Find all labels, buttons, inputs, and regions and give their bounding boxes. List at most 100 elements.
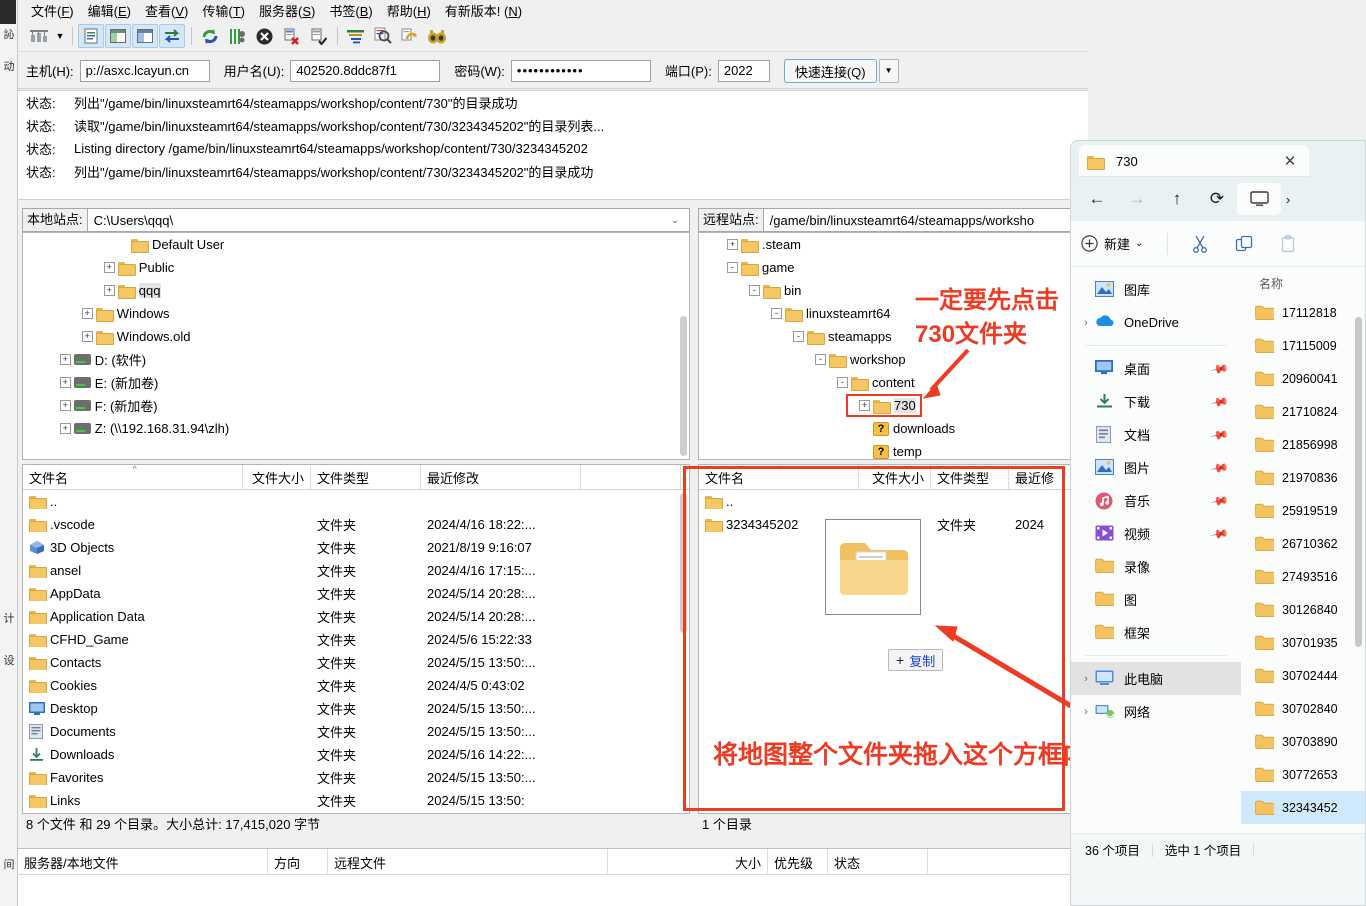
tree-expander-icon[interactable]: - [749, 285, 760, 296]
explorer-file-row[interactable]: 25919519 [1241, 494, 1365, 527]
reconnect-icon[interactable] [305, 24, 331, 48]
tree-expander-icon[interactable]: + [59, 377, 71, 388]
explorer-file-row[interactable]: 30701935 [1241, 626, 1365, 659]
nav-item-图片[interactable]: 图片 📌 [1071, 451, 1241, 484]
menu-item-1[interactable]: 文件(F) [24, 0, 81, 22]
tree-node[interactable]: + Windows.old [23, 325, 689, 348]
table-row[interactable]: AppData 文件夹 2024/5/14 20:28:... [23, 582, 689, 605]
tree-expander-icon[interactable]: - [837, 377, 848, 388]
explorer-navigation-pane[interactable]: 图库 › OneDrive 桌面 📌 下载 📌 文档 📌 图片 📌 音乐 📌 视频 📌 录像图框架 › 此电脑 › 网… [1071, 267, 1241, 833]
pin-icon[interactable]: 📌 [1209, 523, 1229, 543]
pin-icon[interactable]: 📌 [1209, 490, 1229, 510]
site-manager-dropdown-caret-icon[interactable]: ▼ [53, 24, 67, 48]
table-row[interactable]: 3D Objects 文件夹 2021/8/19 9:16:07 [23, 536, 689, 559]
refresh-icon[interactable] [197, 24, 223, 48]
column-header[interactable]: 文件类型 [311, 465, 421, 489]
explorer-file-pane[interactable]: 名称 17112818 17115009 20960041 21710824 21856… [1241, 267, 1365, 833]
process-queue-icon[interactable] [224, 24, 250, 48]
toggle-message-log-icon[interactable] [78, 24, 104, 48]
column-header[interactable] [581, 465, 681, 489]
toggle-remote-tree-icon[interactable] [132, 24, 158, 48]
chevron-right-icon[interactable]: › [1077, 706, 1095, 718]
tree-expander-icon[interactable]: + [81, 308, 93, 319]
explorer-file-row[interactable]: 20960041 [1241, 362, 1365, 395]
transfer-queue-header[interactable]: 服务器/本地文件 方向 远程文件 大小 优先级 状态 [18, 849, 1088, 875]
tree-node[interactable]: ? temp [699, 440, 1083, 459]
nav-item-图[interactable]: 图 [1071, 583, 1241, 616]
explorer-column-name[interactable]: 名称 [1241, 267, 1365, 296]
toggle-transfer-queue-icon[interactable] [159, 24, 185, 48]
queue-column-header[interactable]: 状态 [828, 849, 928, 874]
tree-expander-icon[interactable]: + [727, 239, 738, 250]
menu-item-7[interactable]: 帮助(H) [380, 0, 438, 22]
find-files-icon[interactable] [424, 24, 450, 48]
table-row[interactable]: .vscode 文件夹 2024/4/16 18:22:... [23, 513, 689, 536]
explorer-file-row[interactable]: 30702444 [1241, 659, 1365, 692]
explorer-file-row[interactable]: 17115009 [1241, 329, 1365, 362]
synchronized-browsing-icon[interactable] [397, 24, 423, 48]
explorer-file-row[interactable]: 21856998 [1241, 428, 1365, 461]
tree-node[interactable]: - game [699, 256, 1083, 279]
nav-item-框架[interactable]: 框架 [1071, 616, 1241, 649]
nav-item-桌面[interactable]: 桌面 📌 [1071, 352, 1241, 385]
chevron-right-icon[interactable]: › [1077, 317, 1095, 329]
nav-item-图库[interactable]: 图库 [1071, 273, 1241, 306]
tree-expander-icon[interactable]: + [103, 262, 115, 273]
nav-item-录像[interactable]: 录像 [1071, 550, 1241, 583]
tree-node[interactable]: ? downloads [699, 417, 1083, 440]
up-arrow-icon[interactable]: ↑ [1157, 184, 1197, 214]
tree-node[interactable]: + Z: (\\192.168.31.94\zlh) [23, 417, 689, 440]
disconnect-icon[interactable] [278, 24, 304, 48]
explorer-scrollbar[interactable] [1354, 317, 1363, 877]
table-row[interactable]: Contacts 文件夹 2024/5/15 13:50:... [23, 651, 689, 674]
close-icon[interactable]: ✕ [1279, 152, 1301, 170]
pin-icon[interactable]: 📌 [1209, 391, 1229, 411]
toggle-local-tree-icon[interactable] [105, 24, 131, 48]
directory-compare-icon[interactable] [370, 24, 396, 48]
menu-item-2[interactable]: 编辑(E) [81, 0, 138, 22]
tree-expander-icon[interactable]: + [59, 354, 71, 365]
explorer-file-row[interactable]: 27493516 [1241, 560, 1365, 593]
quickconnect-button[interactable]: 快速连接(Q) [783, 58, 877, 83]
remote-site-path[interactable]: /game/bin/linuxsteamrt64/steamapps/works… [763, 208, 1084, 232]
tree-node[interactable]: + qqq [23, 279, 689, 302]
explorer-file-row[interactable]: 32343452 [1241, 791, 1365, 824]
tree-node[interactable]: - content [699, 371, 1083, 394]
explorer-file-row[interactable]: 30702840 [1241, 692, 1365, 725]
menu-item-4[interactable]: 传输(T) [195, 0, 252, 22]
tree-node[interactable]: + .steam [699, 233, 1083, 256]
table-row[interactable]: Application Data 文件夹 2024/5/14 20:28:... [23, 605, 689, 628]
tree-expander-icon[interactable]: + [59, 400, 71, 411]
back-arrow-icon[interactable]: ← [1077, 184, 1117, 214]
site-manager-icon[interactable] [26, 24, 52, 48]
new-button[interactable]: 新建 ⌄ [1081, 234, 1143, 253]
queue-column-header[interactable]: 服务器/本地文件 [18, 849, 268, 874]
queue-column-header[interactable]: 大小 [608, 849, 768, 874]
paste-icon[interactable] [1266, 229, 1310, 259]
nav-item-OneDrive[interactable]: › OneDrive [1071, 306, 1241, 339]
password-input[interactable] [510, 59, 651, 82]
table-row[interactable]: CFHD_Game 文件夹 2024/5/6 15:22:33 [23, 628, 689, 651]
nav-item-视频[interactable]: 视频 📌 [1071, 517, 1241, 550]
explorer-file-row[interactable]: 30126840 [1241, 593, 1365, 626]
table-row[interactable]: .. [23, 490, 689, 513]
tree-node[interactable]: + Windows [23, 302, 689, 325]
refresh-icon[interactable]: ⟳ [1197, 184, 1237, 214]
nav-item-网络[interactable]: › 网络 [1071, 695, 1241, 728]
menu-item-5[interactable]: 服务器(S) [252, 0, 322, 22]
explorer-tab-730[interactable]: 730 ✕ [1079, 145, 1309, 177]
tree-expander-icon[interactable]: - [815, 354, 826, 365]
menu-item-6[interactable]: 书签(B) [322, 0, 379, 22]
table-row[interactable]: Downloads 文件夹 2024/5/16 14:22:... [23, 743, 689, 766]
column-header[interactable]: 文件名 ^ [23, 465, 243, 489]
explorer-file-row[interactable]: 17112818 [1241, 296, 1365, 329]
filter-icon[interactable] [343, 24, 369, 48]
cancel-icon[interactable] [251, 24, 277, 48]
tree-node[interactable]: + E: (新加卷) [23, 371, 689, 394]
nav-item-下载[interactable]: 下载 📌 [1071, 385, 1241, 418]
local-site-dropdown-caret-icon[interactable]: ⌄ [667, 215, 683, 226]
tree-node[interactable]: + Public [23, 256, 689, 279]
queue-column-header[interactable]: 远程文件 [328, 849, 608, 874]
queue-column-header[interactable]: 优先级 [768, 849, 828, 874]
explorer-file-row[interactable]: 21710824 [1241, 395, 1365, 428]
